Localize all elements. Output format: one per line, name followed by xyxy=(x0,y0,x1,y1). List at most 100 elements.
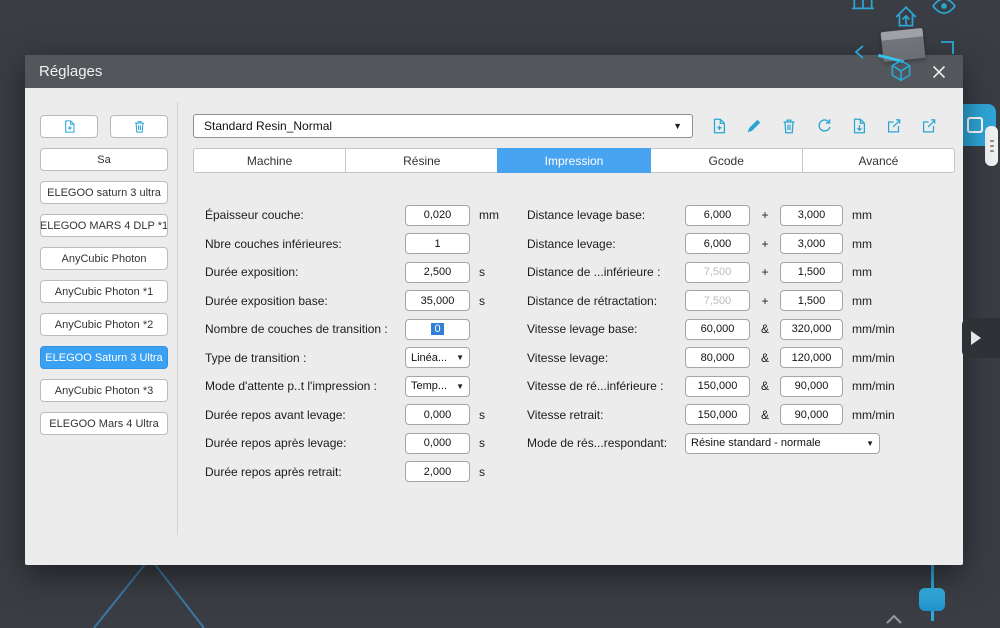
printer-profile-elegoo-mars-4-ultra[interactable]: ELEGOO Mars 4 Ultra xyxy=(40,412,168,435)
home-view-icon[interactable] xyxy=(893,4,919,30)
unit-label: mm xyxy=(479,208,499,223)
resin-preset-select[interactable]: Standard Resin_Normal ▼ xyxy=(193,114,693,138)
selected-option: Linéa... xyxy=(411,351,448,364)
printer-profile-anycubic-photon[interactable]: AnyCubic Photon xyxy=(40,247,168,270)
save-profile-button[interactable] xyxy=(845,114,872,138)
printer-profile-elegoo-saturn-3-ultra[interactable]: ELEGOO Saturn 3 Ultra xyxy=(40,346,168,369)
input-value: 2,000 xyxy=(423,465,452,478)
unit-label: mm xyxy=(852,293,872,308)
printer-profile-anycubic-photon-2[interactable]: AnyCubic Photon *2 xyxy=(40,313,168,336)
field-input[interactable]: 1 xyxy=(405,233,470,255)
field-input[interactable]: 0,020 xyxy=(405,204,470,226)
add-machine-button[interactable] xyxy=(40,115,98,138)
operator-label: + xyxy=(761,293,769,308)
printer-profile-sa[interactable]: Sa xyxy=(40,148,168,171)
form-row: Vitesse de ré...inférieure : 150,000 & 90,0… xyxy=(527,372,895,401)
print-settings-form: Épaisseur couche: 0,020 mm Nbre couches inf… xyxy=(193,201,955,486)
chevron-down-icon: ▼ xyxy=(673,121,682,131)
unit-label: mm/min xyxy=(852,322,895,337)
input-value: 80,000 xyxy=(700,351,735,364)
field-input-secondary[interactable]: 1,500 xyxy=(780,261,843,283)
delete-resin-profile-button[interactable] xyxy=(775,114,802,138)
field-select[interactable]: Résine standard - normale ▼ xyxy=(685,432,880,454)
operator-label: & xyxy=(760,379,769,394)
collapse-chevron-icon[interactable] xyxy=(884,611,904,627)
export-profile-button[interactable] xyxy=(880,114,907,138)
field-label: Durée exposition base: xyxy=(205,293,328,308)
field-input[interactable]: 0 xyxy=(405,318,470,340)
unit-label: mm xyxy=(852,208,872,223)
field-input-primary[interactable]: 7,500 xyxy=(685,290,750,312)
tab-machine[interactable]: Machine xyxy=(193,148,347,173)
unit-label: s xyxy=(479,436,485,451)
new-resin-profile-button[interactable] xyxy=(705,114,732,138)
sidebar-divider xyxy=(177,102,178,535)
form-column-right: Distance levage base: 6,000 +3,000 mm Distan… xyxy=(527,201,895,486)
field-input-secondary[interactable]: 3,000 xyxy=(780,204,843,226)
scrollbar-grip-icon xyxy=(989,150,994,152)
settings-tabs: Machine Résine Impression Gcode Avancé xyxy=(193,148,956,173)
chevron-down-icon: ▼ xyxy=(456,381,464,391)
field-label: Vitesse retrait: xyxy=(527,407,604,422)
form-row: Vitesse retrait: 150,000 & 90,000 mm/min xyxy=(527,401,895,430)
tab-gcode[interactable]: Gcode xyxy=(649,148,803,173)
field-input[interactable]: 35,000 xyxy=(405,290,470,312)
printer-profile-elegoo-saturn-3-ultra[interactable]: ELEGOO saturn 3 ultra xyxy=(40,181,168,204)
gizmo-handle[interactable] xyxy=(919,588,945,611)
input-value: 0,000 xyxy=(423,408,452,421)
field-input-secondary[interactable]: 1,500 xyxy=(780,290,843,312)
close-icon[interactable] xyxy=(927,60,951,84)
field-input-secondary[interactable]: 320,000 xyxy=(780,318,843,340)
field-input[interactable]: 0,000 xyxy=(405,432,470,454)
side-panel-flyout-tab[interactable] xyxy=(962,318,1000,358)
rename-profile-button[interactable] xyxy=(740,114,767,138)
share-profile-button[interactable] xyxy=(915,114,942,138)
build-platform-icon[interactable] xyxy=(850,0,876,16)
form-row: Durée exposition base: 35,000 s xyxy=(205,287,527,316)
reset-profile-button[interactable] xyxy=(810,114,837,138)
field-input[interactable]: 2,000 xyxy=(405,461,470,483)
delete-machine-button[interactable] xyxy=(110,115,168,138)
field-input-secondary[interactable]: 3,000 xyxy=(780,233,843,255)
preset-row: Standard Resin_Normal ▼ xyxy=(193,114,955,138)
field-input-primary[interactable]: 80,000 xyxy=(685,347,750,369)
field-select[interactable]: Linéa... ▼ xyxy=(405,347,470,369)
field-input-primary[interactable]: 150,000 xyxy=(685,404,750,426)
printer-profile-elegoo-mars-4-dlp-1[interactable]: ELEGOO MARS 4 DLP *1 xyxy=(40,214,168,237)
field-label: Vitesse levage: xyxy=(527,350,609,365)
profile-toolbar xyxy=(705,114,942,138)
field-label: Distance levage base: xyxy=(527,208,646,223)
field-input-primary[interactable]: 150,000 xyxy=(685,375,750,397)
printer-profile-anycubic-photon-1[interactable]: AnyCubic Photon *1 xyxy=(40,280,168,303)
field-input-primary[interactable]: 60,000 xyxy=(685,318,750,340)
tab-resine[interactable]: Résine xyxy=(345,148,499,173)
eye-icon[interactable] xyxy=(931,0,957,19)
field-input-primary[interactable]: 6,000 xyxy=(685,204,750,226)
printer-profile-anycubic-photon-3[interactable]: AnyCubic Photon *3 xyxy=(40,379,168,402)
field-input-secondary[interactable]: 90,000 xyxy=(780,404,843,426)
field-select[interactable]: Temp... ▼ xyxy=(405,375,470,397)
form-row: Mode d'attente p..t l'impression : Temp..… xyxy=(205,372,527,401)
settings-main: Standard Resin_Normal ▼ Machine Résine Imp… xyxy=(193,114,956,486)
unit-label: s xyxy=(479,464,485,479)
field-input[interactable]: 2,500 xyxy=(405,261,470,283)
tab-impression[interactable]: Impression xyxy=(497,148,651,173)
input-value: 60,000 xyxy=(700,323,735,336)
expand-arrow-icon xyxy=(971,331,981,345)
input-value: 35,000 xyxy=(420,294,455,307)
unit-label: s xyxy=(479,265,485,280)
field-input-primary[interactable]: 6,000 xyxy=(685,233,750,255)
tab-avance[interactable]: Avancé xyxy=(801,148,956,173)
mini-scrollbar[interactable] xyxy=(985,126,998,166)
field-input-secondary[interactable]: 120,000 xyxy=(780,347,843,369)
form-row: Nbre couches inférieures: 1 xyxy=(205,230,527,259)
input-value: 7,500 xyxy=(703,266,732,279)
field-input-primary[interactable]: 7,500 xyxy=(685,261,750,283)
doc-plus-icon xyxy=(64,120,75,133)
input-value: 3,000 xyxy=(797,209,826,222)
field-input[interactable]: 0,000 xyxy=(405,404,470,426)
form-row: Type de transition : Linéa... ▼ xyxy=(205,344,527,373)
form-row: Distance levage: 6,000 +3,000 mm xyxy=(527,230,895,259)
field-input-secondary[interactable]: 90,000 xyxy=(780,375,843,397)
input-value: 1 xyxy=(434,237,441,250)
